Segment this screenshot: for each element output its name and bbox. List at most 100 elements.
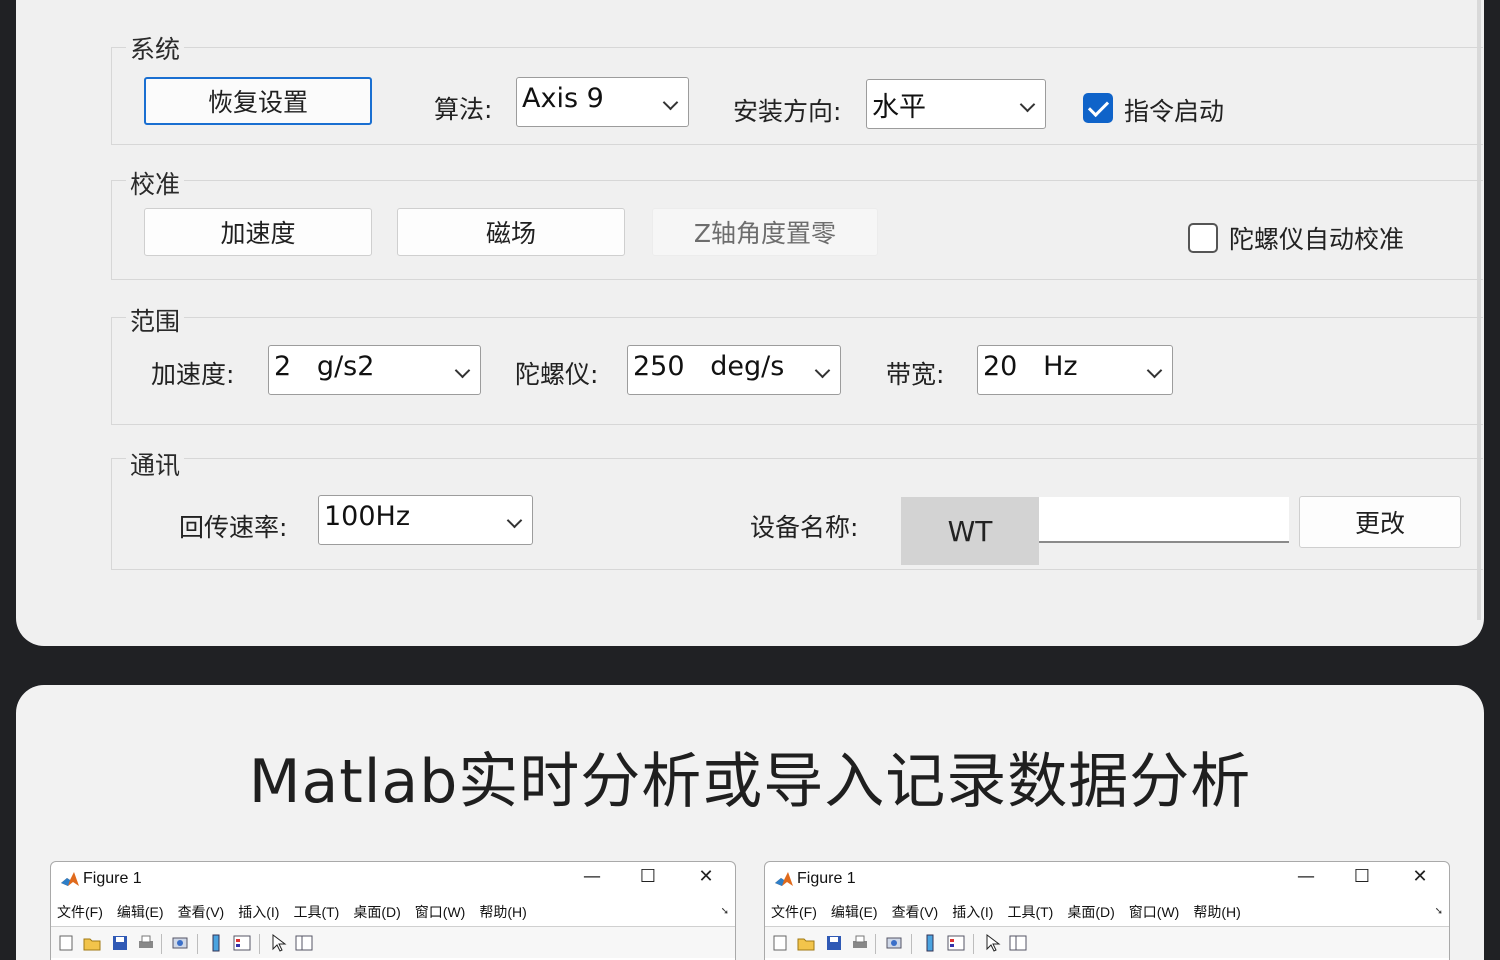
device-name-label: 设备名称: bbox=[750, 513, 859, 542]
gyro-auto-calibrate-label: 陀螺仪自动校准 bbox=[1229, 225, 1405, 254]
bandwidth-value: 20 Hz bbox=[983, 351, 1078, 382]
toolbar-separator bbox=[161, 934, 162, 954]
figure-window-left: Figure 1 — ☐ ✕ 文件(F) 编辑(E) 查看(V) 插入(I) 工… bbox=[50, 861, 736, 960]
minimize-icon[interactable]: — bbox=[1291, 866, 1321, 887]
accel-range-select[interactable]: 2 g/s2 bbox=[268, 345, 481, 395]
toolbar-separator bbox=[875, 934, 876, 954]
return-rate-value: 100Hz bbox=[324, 501, 411, 532]
return-rate-select[interactable]: 100Hz bbox=[318, 495, 533, 545]
chevron-down-icon bbox=[1019, 96, 1036, 113]
chevron-down-icon bbox=[1146, 362, 1163, 379]
figure-window-right: Figure 1 — ☐ ✕ 文件(F) 编辑(E) 查看(V) 插入(I) 工… bbox=[764, 861, 1450, 960]
menu-help[interactable]: 帮助(H) bbox=[479, 902, 526, 924]
menu-desktop[interactable]: 桌面(D) bbox=[1067, 902, 1114, 924]
property-editor-icon[interactable] bbox=[295, 934, 313, 952]
figure-toolbar bbox=[765, 926, 1449, 958]
open-folder-icon[interactable] bbox=[797, 934, 815, 952]
z-angle-zero-button[interactable]: Z轴角度置零 bbox=[652, 208, 878, 256]
install-direction-select[interactable]: 水平 bbox=[866, 79, 1046, 129]
matlab-panel: Matlab实时分析或导入记录数据分析 Figure 1 — ☐ ✕ 文件(F)… bbox=[16, 685, 1484, 960]
algorithm-label: 算法: bbox=[434, 95, 493, 124]
menu-window[interactable]: 窗口(W) bbox=[1129, 902, 1180, 924]
menu-expand-icon[interactable]: ➘ bbox=[721, 906, 729, 917]
menu-tools[interactable]: 工具(T) bbox=[1007, 902, 1053, 924]
colorbar-icon[interactable] bbox=[921, 934, 939, 952]
chevron-down-icon bbox=[814, 362, 831, 379]
pointer-icon[interactable] bbox=[983, 934, 1001, 952]
property-editor-icon[interactable] bbox=[1009, 934, 1027, 952]
gyro-range-label: 陀螺仪: bbox=[515, 360, 599, 389]
bandwidth-select[interactable]: 20 Hz bbox=[977, 345, 1173, 395]
new-file-icon[interactable] bbox=[57, 934, 75, 952]
save-icon[interactable] bbox=[111, 934, 129, 952]
install-direction-label: 安装方向: bbox=[733, 97, 842, 126]
device-name-prefix: WT bbox=[901, 497, 1039, 565]
save-icon[interactable] bbox=[825, 934, 843, 952]
settings-panel: 系统 恢复设置 算法: Axis 9 安装方向: 水平 指令启动 校准 加速度 … bbox=[16, 0, 1484, 646]
maximize-icon[interactable]: ☐ bbox=[1347, 866, 1377, 887]
new-file-icon[interactable] bbox=[771, 934, 789, 952]
menu-desktop[interactable]: 桌面(D) bbox=[353, 902, 400, 924]
menu-bar: 文件(F) 编辑(E) 查看(V) 插入(I) 工具(T) 桌面(D) 窗口(W… bbox=[771, 902, 1255, 924]
change-name-button[interactable]: 更改 bbox=[1299, 496, 1461, 548]
toolbar-separator bbox=[973, 934, 974, 954]
command-start-checkbox[interactable] bbox=[1083, 93, 1113, 123]
figure-title: Figure 1 bbox=[797, 870, 856, 887]
accel-range-label: 加速度: bbox=[151, 360, 235, 389]
install-direction-value: 水平 bbox=[872, 92, 926, 123]
menu-tools[interactable]: 工具(T) bbox=[293, 902, 339, 924]
calibration-group-title: 校准 bbox=[126, 165, 185, 201]
gyro-range-select[interactable]: 250 deg/s bbox=[627, 345, 841, 395]
toolbar-separator bbox=[911, 934, 912, 954]
pointer-icon[interactable] bbox=[269, 934, 287, 952]
print-icon[interactable] bbox=[137, 934, 155, 952]
menu-expand-icon[interactable]: ➘ bbox=[1435, 906, 1443, 917]
matlab-logo-icon bbox=[775, 872, 793, 886]
menu-help[interactable]: 帮助(H) bbox=[1193, 902, 1240, 924]
bandwidth-label: 带宽: bbox=[886, 360, 945, 389]
menu-file[interactable]: 文件(F) bbox=[57, 902, 103, 924]
chevron-down-icon bbox=[454, 362, 471, 379]
open-folder-icon[interactable] bbox=[83, 934, 101, 952]
algorithm-select[interactable]: Axis 9 bbox=[516, 77, 689, 127]
page-title: Matlab实时分析或导入记录数据分析 bbox=[248, 747, 1252, 817]
restore-settings-button[interactable]: 恢复设置 bbox=[144, 77, 372, 125]
command-start-label: 指令启动 bbox=[1124, 97, 1225, 126]
minimize-icon[interactable]: — bbox=[577, 866, 607, 887]
print-icon[interactable] bbox=[851, 934, 869, 952]
mag-calibrate-button[interactable]: 磁场 bbox=[397, 208, 625, 256]
close-icon[interactable]: ✕ bbox=[691, 866, 721, 887]
toolbar-separator bbox=[197, 934, 198, 954]
legend-icon[interactable] bbox=[947, 934, 965, 952]
menu-file[interactable]: 文件(F) bbox=[771, 902, 817, 924]
chevron-down-icon bbox=[662, 94, 679, 111]
maximize-icon[interactable]: ☐ bbox=[633, 866, 663, 887]
close-icon[interactable]: ✕ bbox=[1405, 866, 1435, 887]
gyro-range-value: 250 deg/s bbox=[633, 351, 785, 382]
menu-window[interactable]: 窗口(W) bbox=[415, 902, 466, 924]
matlab-logo-icon bbox=[61, 872, 79, 886]
return-rate-label: 回传速率: bbox=[179, 513, 288, 542]
menu-view[interactable]: 查看(V) bbox=[892, 902, 939, 924]
accel-range-value: 2 g/s2 bbox=[274, 351, 375, 382]
system-group-title: 系统 bbox=[126, 30, 185, 66]
algorithm-value: Axis 9 bbox=[522, 83, 604, 114]
menu-edit[interactable]: 编辑(E) bbox=[117, 902, 164, 924]
menu-insert[interactable]: 插入(I) bbox=[952, 902, 993, 924]
menu-edit[interactable]: 编辑(E) bbox=[831, 902, 878, 924]
device-name-input[interactable] bbox=[1039, 497, 1289, 543]
menu-bar: 文件(F) 编辑(E) 查看(V) 插入(I) 工具(T) 桌面(D) 窗口(W… bbox=[57, 902, 541, 924]
colorbar-icon[interactable] bbox=[207, 934, 225, 952]
menu-insert[interactable]: 插入(I) bbox=[238, 902, 279, 924]
legend-icon[interactable] bbox=[233, 934, 251, 952]
comm-group-title: 通讯 bbox=[126, 446, 185, 482]
print-preview-icon[interactable] bbox=[171, 934, 189, 952]
toolbar-separator bbox=[259, 934, 260, 954]
range-group-title: 范围 bbox=[126, 302, 185, 338]
gyro-auto-calibrate-checkbox[interactable] bbox=[1188, 223, 1218, 253]
print-preview-icon[interactable] bbox=[885, 934, 903, 952]
accel-calibrate-button[interactable]: 加速度 bbox=[144, 208, 372, 256]
chevron-down-icon bbox=[506, 512, 523, 529]
figure-toolbar bbox=[51, 926, 735, 958]
menu-view[interactable]: 查看(V) bbox=[178, 902, 225, 924]
